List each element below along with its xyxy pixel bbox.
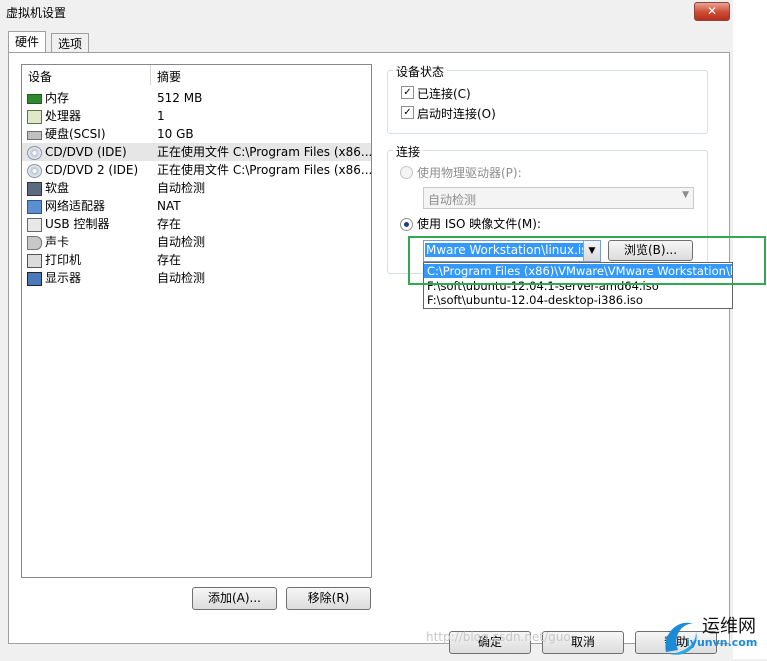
tab-options[interactable]: 选项 [51,33,90,54]
display-icon [27,272,42,286]
device-name: USB 控制器 [45,217,110,231]
cd-dvd-icon [27,164,42,178]
highlight-box [408,236,766,285]
hard-disk-icon [27,131,42,140]
device-name: CD/DVD 2 (IDE) [45,163,139,177]
device-row[interactable]: CD/DVD 2 (IDE) 正在使用文件 C:\Program Files (x… [22,161,373,179]
printer-icon [27,254,42,268]
device-row[interactable]: USB 控制器 存在 [22,215,371,233]
iso-image-radio[interactable] [400,218,413,231]
sound-card-icon [27,236,42,250]
brand-domain: iyunvn.com [686,636,758,649]
device-summary: 自动检测 [157,271,206,285]
device-name: 软盘 [45,181,70,195]
device-row[interactable]: 打印机 存在 [22,251,371,269]
device-name: 内存 [45,91,70,105]
physical-drive-select[interactable]: 自动检测 ▼ [423,187,694,209]
device-row[interactable]: CD/DVD (IDE) 正在使用文件 C:\Program Files (x86… [22,143,373,161]
device-row[interactable]: 硬盘(SCSI) 10 GB [22,125,371,143]
add-button[interactable]: 添加(A)... [192,587,277,610]
connected-label[interactable]: 已连接(C) [417,85,471,102]
device-summary: 正在使用文件 C:\Program Files (x86... [157,145,373,159]
connection-title: 连接 [393,143,424,160]
device-row[interactable]: 处理器 1 [22,107,371,125]
device-status-title: 设备状态 [393,63,448,80]
device-row[interactable]: 内存 512 MB [22,89,371,107]
device-row[interactable]: 显示器 自动检测 [22,269,371,287]
chevron-down-icon: ▼ [682,190,689,200]
watermark: http://blog.csdn.net/guo [426,630,571,644]
device-summary: 1 [157,109,165,123]
device-summary: 10 GB [157,127,194,141]
device-summary: 自动检测 [157,181,206,195]
remove-button[interactable]: 移除(R) [286,587,371,610]
device-row[interactable]: 软盘 自动检测 [22,179,371,197]
device-summary: NAT [157,199,181,213]
device-summary: 正在使用文件 C:\Program Files (x86... [157,163,373,177]
close-button[interactable]: ✕ [694,2,730,21]
column-header-device[interactable]: 设备 [28,68,52,85]
brand-logo: 运维网 iyunvn.com [660,612,760,658]
device-name: 显示器 [45,271,82,285]
connect-at-power-on-checkbox[interactable]: ✓ [401,106,414,119]
device-name: 处理器 [45,109,82,123]
floppy-icon [27,182,42,196]
device-name: 硬盘(SCSI) [45,127,106,141]
connected-checkbox[interactable]: ✓ [401,86,414,99]
device-row[interactable]: 声卡 自动检测 [22,233,371,251]
network-adapter-icon [27,200,42,214]
brand-name: 运维网 [702,616,756,637]
device-name: 打印机 [45,253,82,267]
usb-icon [27,218,42,232]
physical-drive-radio[interactable] [400,166,413,179]
physical-drive-value: 自动检测 [428,193,477,207]
connect-at-power-on-label[interactable]: 启动时连接(O) [417,105,496,122]
iso-history-item[interactable]: F:\soft\ubuntu-12.04-desktop-i386.iso [424,293,732,307]
device-name: 网络适配器 [45,199,106,213]
background-edge [733,0,767,659]
title-bar [0,0,733,26]
device-name: CD/DVD (IDE) [45,145,127,159]
processor-icon [27,110,42,124]
memory-icon [27,94,42,104]
device-list-header: 设备 摘要 [22,65,371,85]
device-name: 声卡 [45,235,70,249]
column-header-summary[interactable]: 摘要 [157,68,181,85]
column-separator[interactable] [150,65,151,85]
iso-image-label[interactable]: 使用 ISO 映像文件(M): [417,215,541,232]
cd-dvd-icon [27,146,42,160]
device-row[interactable]: 网络适配器 NAT [22,197,371,215]
device-summary: 512 MB [157,91,203,105]
physical-drive-label[interactable]: 使用物理驱动器(P): [417,164,522,181]
window-title: 虚拟机设置 [6,6,67,20]
device-summary: 存在 [157,253,182,267]
device-summary: 存在 [157,217,182,231]
tab-hardware[interactable]: 硬件 [8,31,47,54]
device-summary: 自动检测 [157,235,206,249]
device-list[interactable]: 设备 摘要 内存 512 MB 处理器 1 硬盘(SCSI) 10 GB CD/DVD (I… [21,64,372,578]
